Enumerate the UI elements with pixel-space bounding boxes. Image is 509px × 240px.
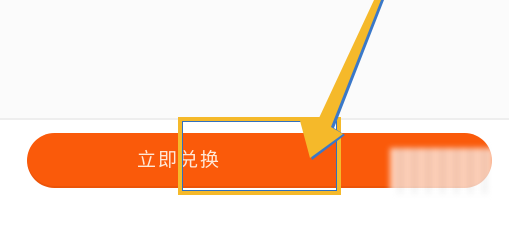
- content-panel: [0, 0, 509, 118]
- blurred-watermark: [390, 148, 494, 194]
- redeem-now-label: 立即兑换: [136, 149, 221, 171]
